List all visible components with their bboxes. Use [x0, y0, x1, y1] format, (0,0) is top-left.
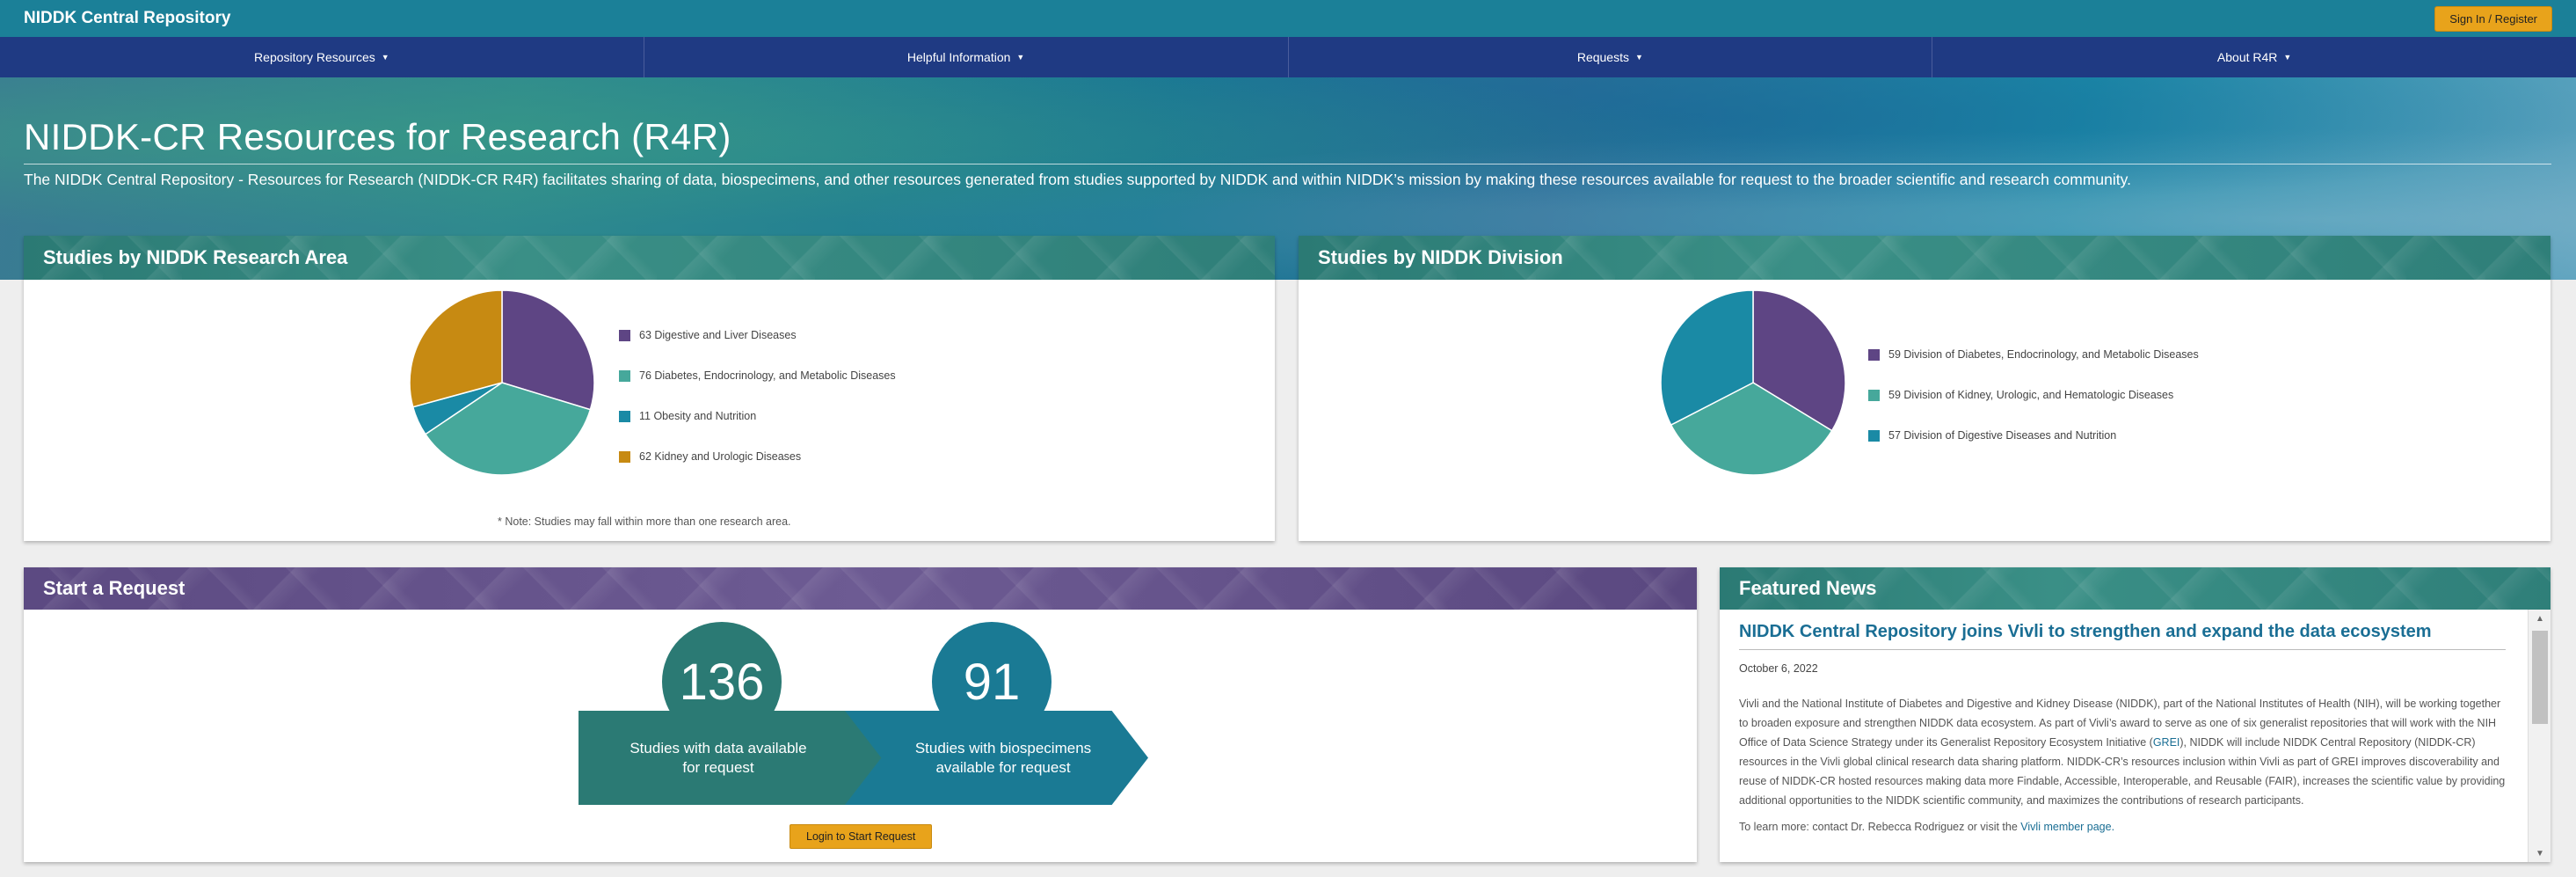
login-to-start-request-button[interactable]: Login to Start Request	[790, 824, 933, 849]
page-title: NIDDK-CR Resources for Research (R4R)	[24, 116, 731, 157]
division-legend: 59 Division of Diabetes, Endocrinology, …	[1868, 348, 2199, 470]
vivli-member-page-link[interactable]: Vivli member page.	[2020, 821, 2114, 833]
learn-more-text: To learn more: contact Dr. Rebecca Rodri…	[1739, 821, 2021, 833]
news-divider	[1739, 649, 2506, 650]
caret-down-icon: ▼	[1016, 53, 1025, 62]
news-date: October 6, 2022	[1739, 662, 1818, 675]
caret-down-icon: ▼	[1634, 53, 1643, 62]
main-nav: Repository Resources ▼ Helpful Informatio…	[0, 37, 2576, 77]
biospecimens-available-arrow[interactable]: Studies with biospecimens available for …	[845, 711, 1148, 805]
legend-swatch	[619, 369, 630, 382]
legend-swatch	[619, 329, 630, 341]
legend-swatch	[1868, 348, 1880, 361]
research-area-note: * Note: Studies may fall within more tha…	[498, 515, 791, 528]
legend-item: 63 Digestive and Liver Diseases	[619, 329, 896, 341]
nav-label: Repository Resources	[254, 50, 375, 64]
nav-label: Helpful Information	[906, 50, 1011, 64]
division-title: Studies by NIDDK Division	[1318, 246, 1563, 268]
start-request-card: Start a Request 136 Studies with data av…	[24, 567, 1697, 862]
news-headline-link[interactable]: NIDDK Central Repository joins Vivli to …	[1739, 622, 2432, 642]
featured-news-card: Featured News NIDDK Central Repository j…	[1720, 567, 2551, 862]
featured-news-header: Featured News	[1720, 567, 2551, 610]
sign-in-button[interactable]: Sign In / Register	[2434, 5, 2552, 32]
biospecimens-available-label: Studies with biospecimens available for …	[914, 740, 1092, 776]
legend-item: 57 Division of Digestive Diseases and Nu…	[1868, 429, 2199, 442]
legend-swatch	[1868, 429, 1880, 442]
news-scrollbar[interactable]: ▲ ▼	[2528, 610, 2551, 862]
data-available-label: Studies with data available for request	[629, 740, 807, 776]
division-pie	[1660, 289, 1846, 476]
legend-item: 59 Division of Kidney, Urologic, and Hem…	[1868, 389, 2199, 401]
research-area-pie	[409, 289, 595, 476]
nav-label: Requests	[1576, 50, 1629, 64]
division-card: Studies by NIDDK Division 59 Division of…	[1299, 236, 2551, 541]
featured-news-title: Featured News	[1739, 577, 1877, 599]
nav-about-r4r[interactable]: About R4R ▼	[1932, 37, 2576, 77]
caret-down-icon: ▼	[2283, 53, 2292, 62]
caret-down-icon: ▼	[381, 53, 389, 62]
start-request-title: Start a Request	[43, 577, 186, 599]
start-request-header: Start a Request	[24, 567, 1697, 610]
data-available-arrow[interactable]: Studies with data available for request	[579, 711, 884, 805]
news-scroll-area[interactable]: NIDDK Central Repository joins Vivli to …	[1720, 610, 2551, 862]
hero-description: The NIDDK Central Repository - Resources…	[24, 171, 2131, 188]
legend-swatch	[619, 410, 630, 422]
nav-repository-resources[interactable]: Repository Resources ▼	[0, 37, 644, 77]
nav-label: About R4R	[2216, 50, 2278, 64]
legend-item: 59 Division of Diabetes, Endocrinology, …	[1868, 348, 2199, 361]
research-area-title: Studies by NIDDK Research Area	[43, 246, 348, 268]
legend-swatch	[619, 450, 630, 463]
research-area-header: Studies by NIDDK Research Area	[24, 236, 1275, 280]
legend-label: 59 Division of Kidney, Urologic, and Hem…	[1888, 389, 2174, 401]
scroll-down-icon[interactable]: ▼	[2529, 844, 2551, 862]
site-brand[interactable]: NIDDK Central Repository	[24, 9, 230, 28]
news-body: Vivli and the National Institute of Diab…	[1739, 694, 2506, 810]
grei-link[interactable]: GREI	[2153, 736, 2180, 749]
legend-label: 59 Division of Diabetes, Endocrinology, …	[1888, 348, 2199, 361]
nav-helpful-information[interactable]: Helpful Information ▼	[644, 37, 1289, 77]
scroll-thumb[interactable]	[2532, 631, 2548, 724]
news-learn-more: To learn more: contact Dr. Rebecca Rodri…	[1739, 821, 2114, 833]
research-area-legend: 63 Digestive and Liver Diseases 76 Diabe…	[619, 329, 896, 491]
legend-label: 76 Diabetes, Endocrinology, and Metaboli…	[639, 369, 896, 382]
legend-item: 62 Kidney and Urologic Diseases	[619, 450, 896, 463]
scroll-up-icon[interactable]: ▲	[2529, 610, 2551, 627]
research-area-card: Studies by NIDDK Research Area 63 Digest…	[24, 236, 1275, 541]
legend-label: 57 Division of Digestive Diseases and Nu…	[1888, 429, 2117, 442]
legend-item: 11 Obesity and Nutrition	[619, 410, 896, 422]
nav-requests[interactable]: Requests ▼	[1289, 37, 1933, 77]
legend-swatch	[1868, 389, 1880, 401]
division-header: Studies by NIDDK Division	[1299, 236, 2551, 280]
legend-label: 11 Obesity and Nutrition	[639, 410, 757, 422]
legend-label: 62 Kidney and Urologic Diseases	[639, 450, 802, 463]
top-bar: NIDDK Central Repository Sign In / Regis…	[0, 0, 2576, 37]
legend-item: 76 Diabetes, Endocrinology, and Metaboli…	[619, 369, 896, 382]
legend-label: 63 Digestive and Liver Diseases	[639, 329, 797, 341]
